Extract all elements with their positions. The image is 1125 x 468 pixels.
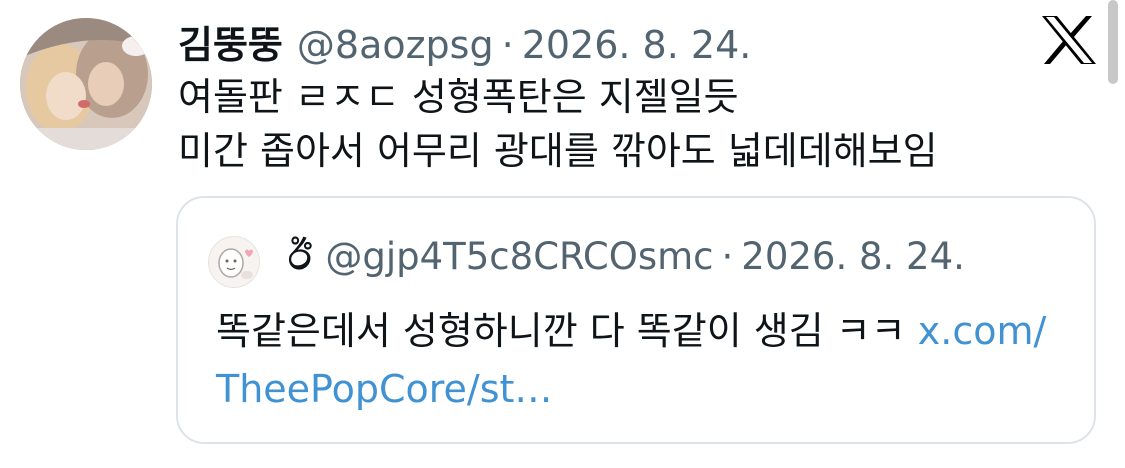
- scrollbar[interactable]: [1108, 0, 1118, 84]
- separator-dot: ·: [501, 23, 514, 67]
- quoted-link-part-2[interactable]: TheePopCore/st…: [216, 367, 552, 411]
- avatar-image: [20, 18, 152, 150]
- quoted-author-name[interactable]: ඊ: [288, 234, 311, 279]
- quoted-avatar-image: [209, 237, 259, 287]
- tweet-card: 김뚱뚱 @8aozpsg · 2026. 8. 24. 여돌판 ㄹㅈㄷ 성형폭탄…: [0, 0, 1125, 468]
- quoted-link-part-1[interactable]: x.com/: [918, 309, 1047, 353]
- quoted-author-handle[interactable]: @gjp4T5c8CRCOsmc: [325, 235, 713, 278]
- quoted-tweet-header: ඊ @gjp4T5c8CRCOsmc · 2026. 8. 24.: [288, 234, 965, 279]
- tweet-text: 여돌판 ㄹㅈㄷ 성형폭탄은 지젤일듯 미간 좁아서 어무리 광대를 깎아도 넓데…: [178, 70, 938, 178]
- quoted-tweet-text: 똑같은데서 성형하니깐 다 똑같이 생김 ㅋㅋ x.com/ TheePopCo…: [216, 302, 1046, 418]
- quoted-text-body: 똑같은데서 성형하니깐 다 똑같이 생김 ㅋㅋ: [216, 309, 918, 353]
- quoted-tweet-date[interactable]: 2026. 8. 24.: [741, 235, 965, 278]
- quoted-text-line-1: 똑같은데서 성형하니깐 다 똑같이 생김 ㅋㅋ x.com/: [216, 302, 1046, 360]
- x-logo-icon[interactable]: [1040, 14, 1098, 66]
- tweet-date[interactable]: 2026. 8. 24.: [522, 23, 752, 67]
- quoted-author-avatar[interactable]: [208, 236, 260, 288]
- author-avatar[interactable]: [20, 18, 152, 150]
- author-name[interactable]: 김뚱뚱: [178, 14, 283, 69]
- quoted-tweet[interactable]: ඊ @gjp4T5c8CRCOsmc · 2026. 8. 24. 똑같은데서 …: [176, 196, 1096, 444]
- quoted-separator-dot: ·: [721, 235, 734, 278]
- tweet-text-line-2: 미간 좁아서 어무리 광대를 깎아도 넓데데해보임: [178, 129, 938, 173]
- tweet-text-line-1: 여돌판 ㄹㅈㄷ 성형폭탄은 지젤일듯: [178, 75, 739, 119]
- quoted-text-line-2: TheePopCore/st…: [216, 360, 1046, 418]
- author-handle[interactable]: @8aozpsg: [297, 23, 494, 67]
- x-logo-shape: [1042, 16, 1096, 64]
- tweet-header: 김뚱뚱 @8aozpsg · 2026. 8. 24.: [178, 14, 752, 69]
